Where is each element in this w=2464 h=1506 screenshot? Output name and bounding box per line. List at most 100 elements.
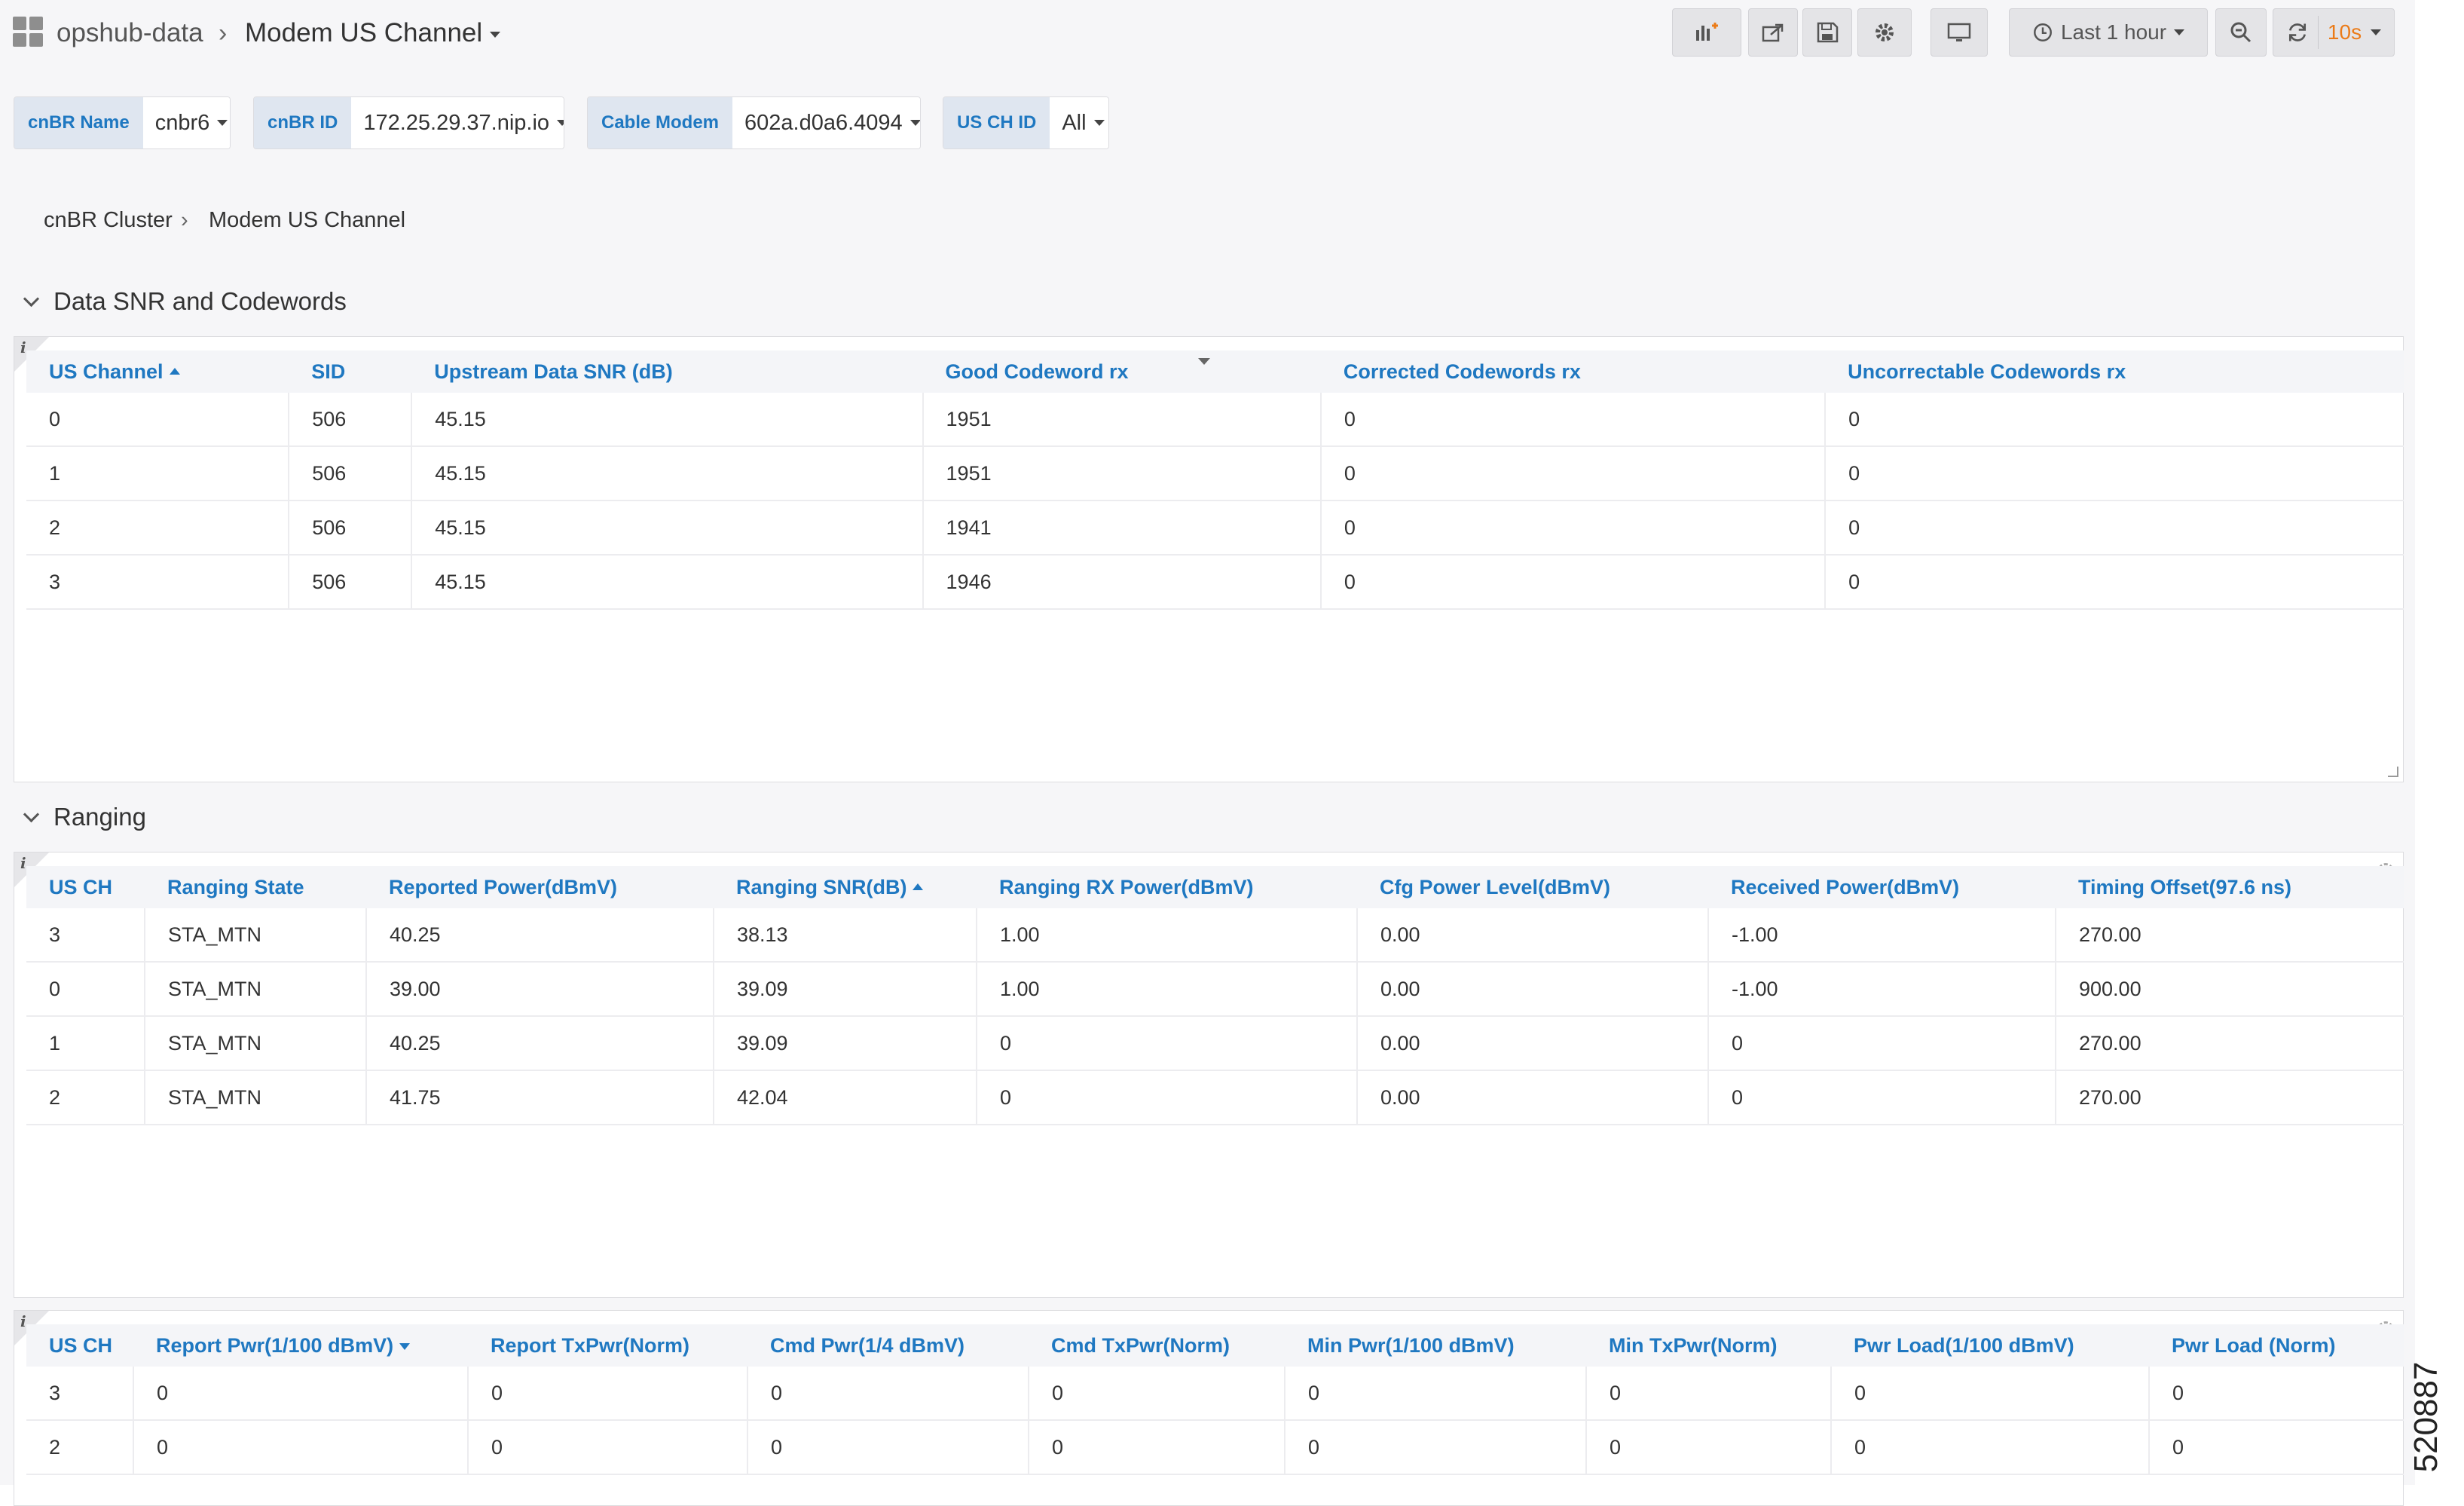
- table-cell: 45.15: [411, 500, 923, 556]
- table-cell: 0: [1824, 500, 2404, 556]
- variable-label: cnBR Name: [14, 97, 143, 148]
- table-cell: 0: [133, 1367, 468, 1421]
- column-header[interactable]: US CH: [26, 866, 145, 908]
- column-header[interactable]: Min Pwr(1/100 dBmV): [1285, 1324, 1586, 1367]
- column-header[interactable]: Corrected Codewords rx: [1320, 350, 1826, 393]
- table-cell: -1.00: [1707, 908, 2056, 963]
- variable-select-cnbr-id[interactable]: 172.25.29.37.nip.io: [351, 97, 564, 148]
- monitor-icon: [1947, 23, 1971, 41]
- column-header[interactable]: Report TxPwr(Norm): [468, 1324, 747, 1367]
- table-cell: 0: [26, 962, 145, 1017]
- table-cell: 40.25: [365, 1016, 714, 1071]
- column-header[interactable]: Pwr Load(1/100 dBmV): [1831, 1324, 2149, 1367]
- table-cell: 270.00: [2055, 1070, 2404, 1125]
- table-cell: 0: [1319, 555, 1826, 610]
- org-name-link[interactable]: opshub-data: [57, 15, 203, 51]
- column-header[interactable]: Reported Power(dBmV): [366, 866, 714, 908]
- column-header[interactable]: Ranging State: [145, 866, 366, 908]
- gear-icon: [1876, 23, 1894, 41]
- refresh-picker-button[interactable]: 10s: [2273, 8, 2395, 57]
- caret-down-icon: [909, 120, 920, 126]
- table-cell: 0: [1028, 1420, 1285, 1475]
- column-header[interactable]: Timing Offset(97.6 ns): [2056, 866, 2404, 908]
- table-cell: STA_MTN: [144, 1016, 366, 1071]
- table-cell: 506: [288, 393, 412, 447]
- column-header[interactable]: Ranging RX Power(dBmV): [977, 866, 1357, 908]
- caret-down-icon: [217, 120, 228, 126]
- table-cell: 0: [1319, 393, 1826, 447]
- save-button[interactable]: [1802, 8, 1852, 57]
- table-cell: 900.00: [2055, 962, 2404, 1017]
- table-cell: 1: [26, 446, 289, 501]
- table-cell: 1946: [922, 555, 1321, 610]
- time-picker-button[interactable]: Last 1 hour: [2009, 8, 2208, 57]
- variable-us-ch-id: US CH ID All: [943, 96, 1109, 149]
- table-cell: 0: [976, 1070, 1357, 1125]
- clock-icon: [2033, 23, 2052, 41]
- column-header[interactable]: US Channel: [26, 350, 289, 393]
- table-cell: 0: [976, 1016, 1357, 1071]
- chevron-down-icon: [23, 290, 40, 308]
- column-header[interactable]: Ranging SNR(dB): [714, 866, 977, 908]
- row-header-snr[interactable]: Data SNR and Codewords: [23, 284, 347, 319]
- column-header[interactable]: Cmd TxPwr(Norm): [1029, 1324, 1285, 1367]
- chevron-right-icon: ›: [181, 208, 188, 232]
- info-icon: i: [20, 854, 26, 872]
- table-cell: 0: [1824, 393, 2404, 447]
- table-cell: STA_MTN: [144, 962, 366, 1017]
- variable-label: cnBR ID: [254, 97, 352, 148]
- table-cell: 0: [747, 1367, 1029, 1421]
- table-cell: 39.00: [365, 962, 714, 1017]
- table-row: 300000000: [26, 1367, 2404, 1421]
- view-mode-button[interactable]: [1931, 8, 1988, 57]
- breadcrumb-item-cluster[interactable]: cnBR Cluster: [44, 205, 173, 235]
- table-cell: 1: [26, 1016, 145, 1071]
- variable-select-cable-modem[interactable]: 602a.d0a6.4094: [732, 97, 920, 148]
- table-cell: 2: [26, 500, 289, 556]
- table-cell: 45.15: [411, 446, 923, 501]
- table-cell: 0: [1284, 1367, 1586, 1421]
- variable-cnbr-id: cnBR ID 172.25.29.37.nip.io: [253, 96, 564, 149]
- panel-power-table: i US CH Report Pwr(1/100 dBmV) Report Tx…: [14, 1310, 2404, 1506]
- sort-ascending-icon: [169, 367, 180, 375]
- dashboards-grid-icon[interactable]: [13, 17, 43, 47]
- save-icon: [1817, 22, 1839, 43]
- add-panel-button[interactable]: [1672, 8, 1741, 57]
- caret-down-icon: [557, 120, 564, 126]
- column-header[interactable]: SID: [289, 350, 412, 393]
- table-row: 3 STA_MTN 40.25 38.13 1.00 0.00 -1.00 270.00: [26, 908, 2404, 963]
- column-header[interactable]: Report Pwr(1/100 dBmV): [133, 1324, 468, 1367]
- dashboard-app: opshub-data › Modem US Channel Last 1 ho…: [0, 0, 2415, 1506]
- column-header[interactable]: Uncorrectable Codewords rx: [1825, 350, 2404, 393]
- info-icon: i: [20, 338, 26, 357]
- table-cell: 0: [133, 1420, 468, 1475]
- caret-down-icon: [1093, 120, 1105, 126]
- refresh-icon: [2288, 23, 2306, 41]
- row-header-ranging[interactable]: Ranging: [23, 800, 146, 834]
- column-header[interactable]: Pwr Load (Norm): [2149, 1324, 2404, 1367]
- column-header[interactable]: Cmd Pwr(1/4 dBmV): [747, 1324, 1029, 1367]
- table-cell: 3: [26, 908, 145, 963]
- column-header[interactable]: Good Codeword rx: [922, 350, 1321, 393]
- column-menu-icon[interactable]: [1197, 358, 1210, 365]
- column-header[interactable]: US CH: [26, 1324, 133, 1367]
- column-header[interactable]: Min TxPwr(Norm): [1586, 1324, 1831, 1367]
- table-cell: 40.25: [365, 908, 714, 963]
- table-cell: 506: [288, 500, 412, 556]
- zoom-out-button[interactable]: [2215, 8, 2267, 57]
- dashboard-title[interactable]: Modem US Channel: [245, 15, 500, 51]
- table-cell: 0: [1824, 446, 2404, 501]
- variable-select-cnbr-name[interactable]: cnbr6: [142, 97, 230, 148]
- variable-cnbr-name: cnBR Name cnbr6: [14, 96, 231, 149]
- column-header[interactable]: Upstream Data SNR (dB): [411, 350, 923, 393]
- settings-button[interactable]: [1857, 8, 1912, 57]
- share-button[interactable]: [1748, 8, 1798, 57]
- variable-select-us-ch-id[interactable]: All: [1050, 97, 1108, 148]
- caret-down-icon: [489, 31, 500, 38]
- column-header[interactable]: Received Power(dBmV): [1708, 866, 2056, 908]
- table-cell: 38.13: [713, 908, 977, 963]
- column-header[interactable]: Cfg Power Level(dBmV): [1357, 866, 1708, 908]
- variable-cable-modem: Cable Modem 602a.d0a6.4094: [587, 96, 921, 149]
- add-panel-icon: [1696, 23, 1718, 41]
- resize-handle-icon[interactable]: [2388, 767, 2398, 777]
